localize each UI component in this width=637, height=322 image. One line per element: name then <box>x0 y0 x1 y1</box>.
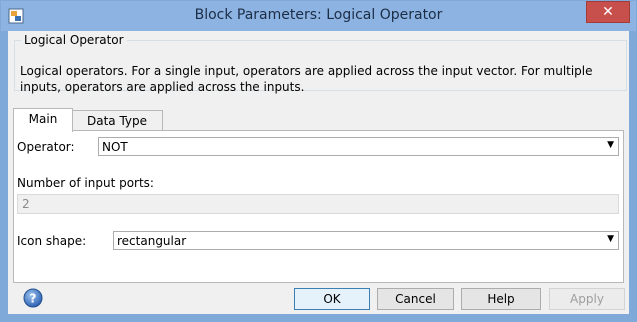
cancel-button[interactable]: Cancel <box>377 288 454 310</box>
num-ports-value: 2 <box>22 197 30 211</box>
svg-text:?: ? <box>30 292 37 306</box>
operator-value: NOT <box>102 140 128 154</box>
close-button[interactable]: ✕ <box>586 1 630 23</box>
dialog-window: Block Parameters: Logical Operator ✕ Log… <box>0 0 637 322</box>
block-description: Logical operators. For a single input, o… <box>20 64 593 94</box>
operator-dropdown[interactable]: NOT ▼ <box>98 137 619 156</box>
window-title: Block Parameters: Logical Operator <box>194 7 443 23</box>
apply-button[interactable]: Apply <box>549 288 625 310</box>
title-bar[interactable]: Block Parameters: Logical Operator ✕ <box>1 1 636 31</box>
chevron-down-icon: ▼ <box>607 234 614 244</box>
group-legend: Logical Operator <box>24 33 124 47</box>
operator-label: Operator: <box>17 140 75 154</box>
help-question-icon[interactable]: ? <box>23 288 43 308</box>
ok-button[interactable]: OK <box>294 288 370 310</box>
tab-main[interactable]: Main <box>13 108 73 132</box>
icon-shape-value: rectangular <box>117 234 187 248</box>
dialog-body: Logical Operator Logical operators. For … <box>8 31 629 314</box>
help-button[interactable]: Help <box>461 288 541 310</box>
num-ports-label: Number of input ports: <box>17 176 154 190</box>
tab-data-type[interactable]: Data Type <box>71 110 163 131</box>
icon-shape-dropdown[interactable]: rectangular ▼ <box>113 231 619 250</box>
chevron-down-icon: ▼ <box>607 140 614 150</box>
main-tab-panel: Operator: NOT ▼ Number of input ports: 2… <box>13 130 624 283</box>
icon-shape-label: Icon shape: <box>17 234 87 248</box>
num-ports-input: 2 <box>17 194 619 214</box>
